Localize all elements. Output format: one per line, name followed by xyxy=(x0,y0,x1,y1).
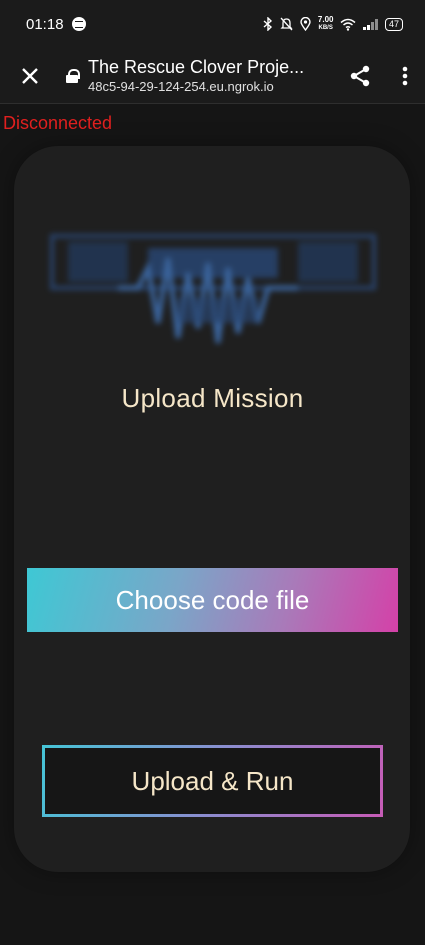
upload-run-button[interactable]: Upload & Run xyxy=(42,745,383,817)
share-icon xyxy=(350,65,370,86)
url-block[interactable]: The Rescue Clover Proje... 48c5-94-29-12… xyxy=(88,56,335,96)
more-options-button[interactable] xyxy=(385,48,425,104)
bluetooth-icon xyxy=(263,17,272,31)
spotify-icon xyxy=(71,17,86,31)
upload-mission-title: Upload Mission xyxy=(121,383,304,413)
status-bar: 01:18 7.00 KB/S 47 xyxy=(0,0,425,48)
network-speed: 7.00 KB/S xyxy=(318,16,334,32)
status-time: 01:18 xyxy=(26,15,64,33)
network-speed-unit: KB/S xyxy=(318,25,333,31)
page-url: 48c5-94-29-124-254.eu.ngrok.io xyxy=(88,78,274,94)
choose-file-button[interactable]: Choose code file xyxy=(27,568,398,632)
project-logo xyxy=(50,234,376,344)
close-tab-button[interactable] xyxy=(0,48,60,104)
status-icons: 7.00 KB/S 47 xyxy=(263,16,403,32)
location-icon xyxy=(300,17,311,31)
connection-status: Disconnected xyxy=(3,113,113,133)
more-vert-icon xyxy=(402,66,408,85)
page-title: The Rescue Clover Proje... xyxy=(88,56,305,77)
browser-toolbar: The Rescue Clover Proje... 48c5-94-29-12… xyxy=(0,48,425,104)
share-button[interactable] xyxy=(335,48,385,104)
battery-icon: 47 xyxy=(384,17,403,31)
close-icon xyxy=(22,67,38,84)
mute-icon xyxy=(280,17,293,31)
network-speed-value: 7.00 xyxy=(317,15,334,24)
lock-icon xyxy=(66,68,80,83)
signal-icon xyxy=(363,18,378,30)
wifi-icon xyxy=(340,18,356,31)
